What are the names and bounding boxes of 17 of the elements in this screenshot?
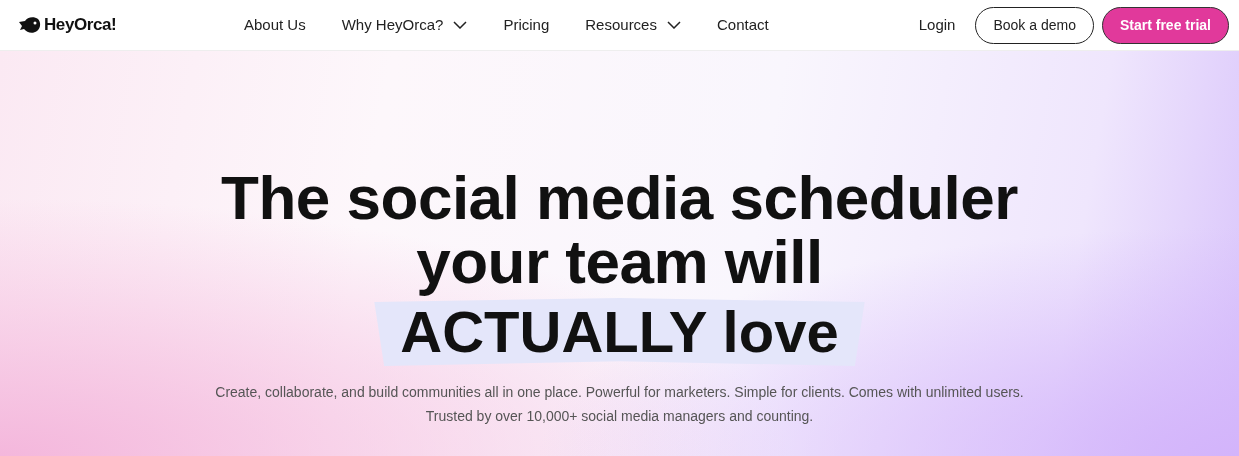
highlighted-headline: ACTUALLY love bbox=[400, 300, 839, 364]
orca-logo-icon bbox=[18, 16, 42, 34]
logo-text[interactable]: HeyOrca! bbox=[44, 12, 117, 38]
nav-link[interactable]: Why HeyOrca? bbox=[323, 13, 486, 37]
chevron-down-icon bbox=[453, 21, 468, 29]
subtitle: Create, collaborate, and build communities all in one place. Powerful for marketers. Simple for clients. Comes with unlimited users. bbox=[215, 383, 1024, 402]
login-link[interactable]: Login bbox=[918, 13, 956, 37]
nav-link[interactable]: Contact bbox=[698, 13, 787, 37]
nav-link[interactable]: Pricing bbox=[485, 13, 568, 37]
book-demo-button[interactable]: Book a demo bbox=[975, 6, 1094, 44]
headline: The social media scheduler bbox=[221, 166, 1018, 230]
nav-link[interactable]: About Us bbox=[226, 13, 324, 37]
nav-link[interactable]: Resources bbox=[567, 13, 699, 37]
subtitle: Trusted by over 10,000+ social media managers and counting. bbox=[425, 407, 814, 426]
chevron-down-icon bbox=[666, 21, 681, 29]
headline: your team will bbox=[416, 230, 823, 294]
start-trial-button[interactable]: Start free trial bbox=[1101, 6, 1229, 44]
